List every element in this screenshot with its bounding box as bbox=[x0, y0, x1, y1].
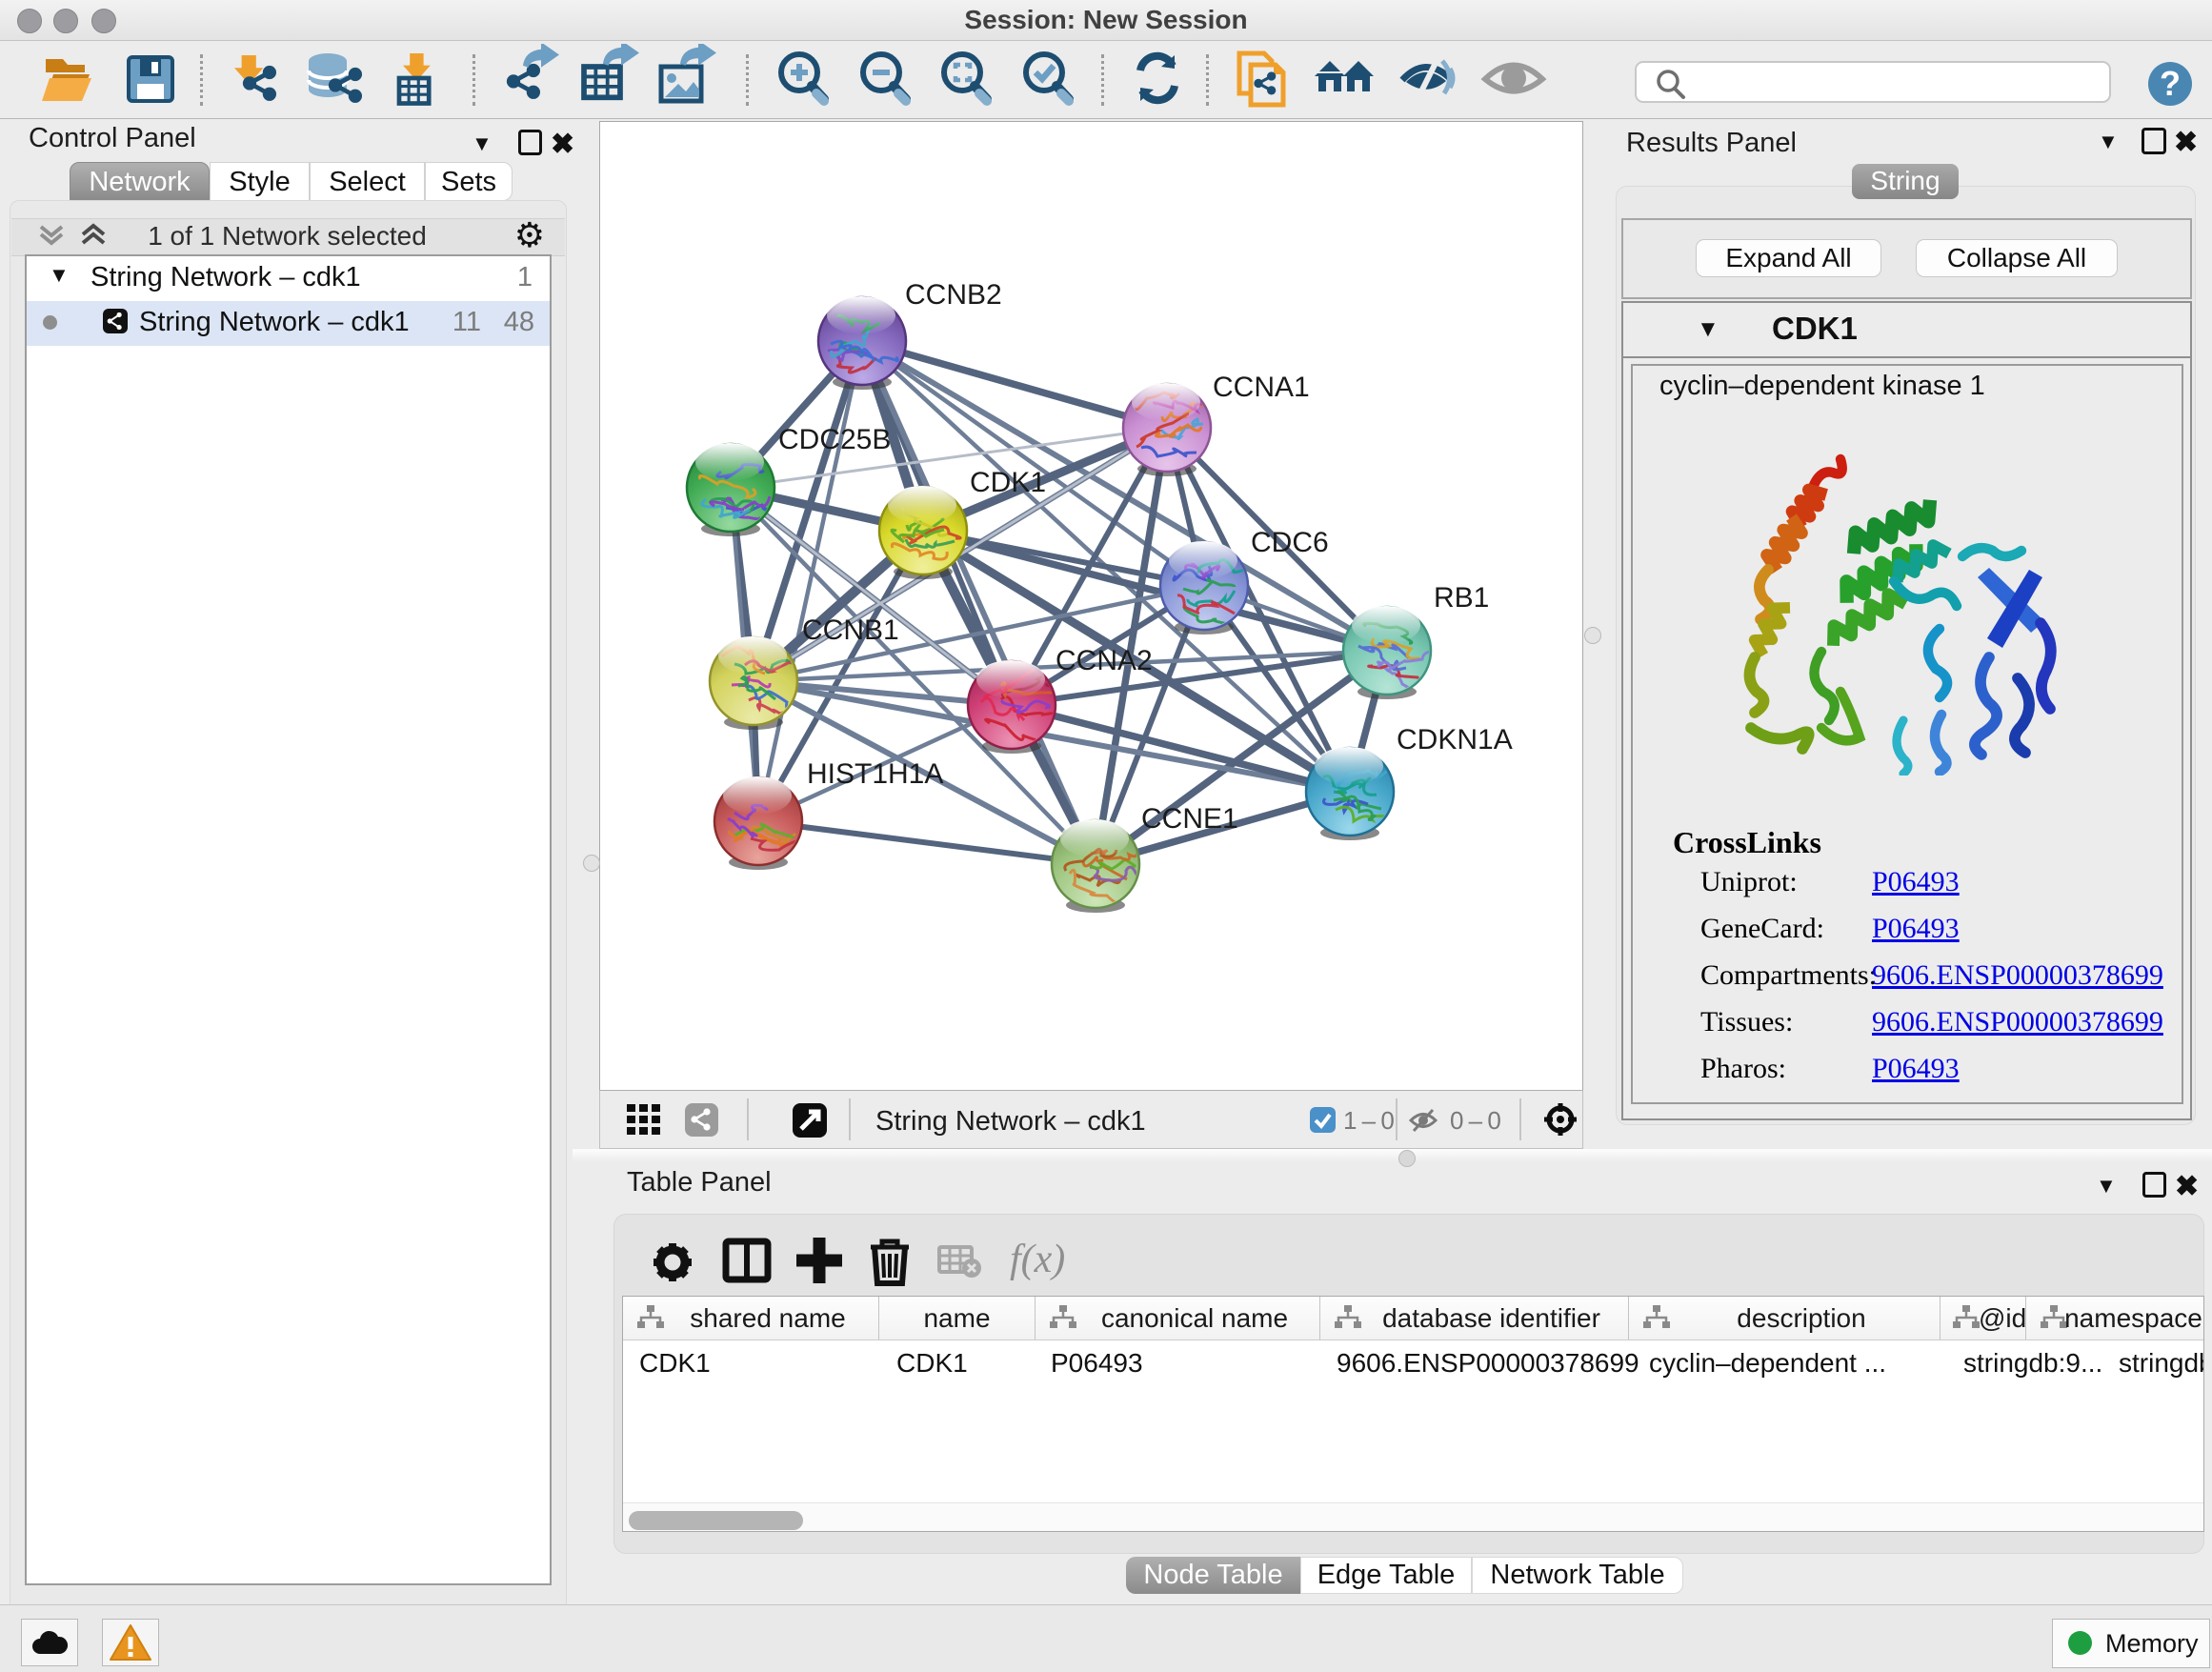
svg-text:HIST1H1A: HIST1H1A bbox=[807, 758, 943, 790]
svg-text:CDK1: CDK1 bbox=[970, 467, 1046, 498]
svg-text:CDC6: CDC6 bbox=[1251, 527, 1329, 558]
svg-text:?: ? bbox=[2160, 64, 2181, 103]
svg-text:RB1: RB1 bbox=[1434, 582, 1489, 614]
svg-text:1 – 0: 1 – 0 bbox=[1343, 1106, 1395, 1135]
svg-text:0 – 0: 0 – 0 bbox=[1450, 1106, 1501, 1135]
svg-text:CCNB2: CCNB2 bbox=[905, 279, 1002, 311]
svg-text:CCNA2: CCNA2 bbox=[1056, 645, 1153, 676]
svg-text:String Network – cdk1: String Network – cdk1 bbox=[875, 1106, 1146, 1137]
svg-text:CCNE1: CCNE1 bbox=[1141, 803, 1238, 835]
svg-text:CDKN1A: CDKN1A bbox=[1397, 724, 1513, 755]
svg-text:f(x): f(x) bbox=[1010, 1238, 1065, 1281]
svg-text:CDC25B: CDC25B bbox=[778, 424, 891, 455]
svg-text:CCNB1: CCNB1 bbox=[802, 614, 899, 646]
svg-text:CCNA1: CCNA1 bbox=[1213, 372, 1310, 403]
